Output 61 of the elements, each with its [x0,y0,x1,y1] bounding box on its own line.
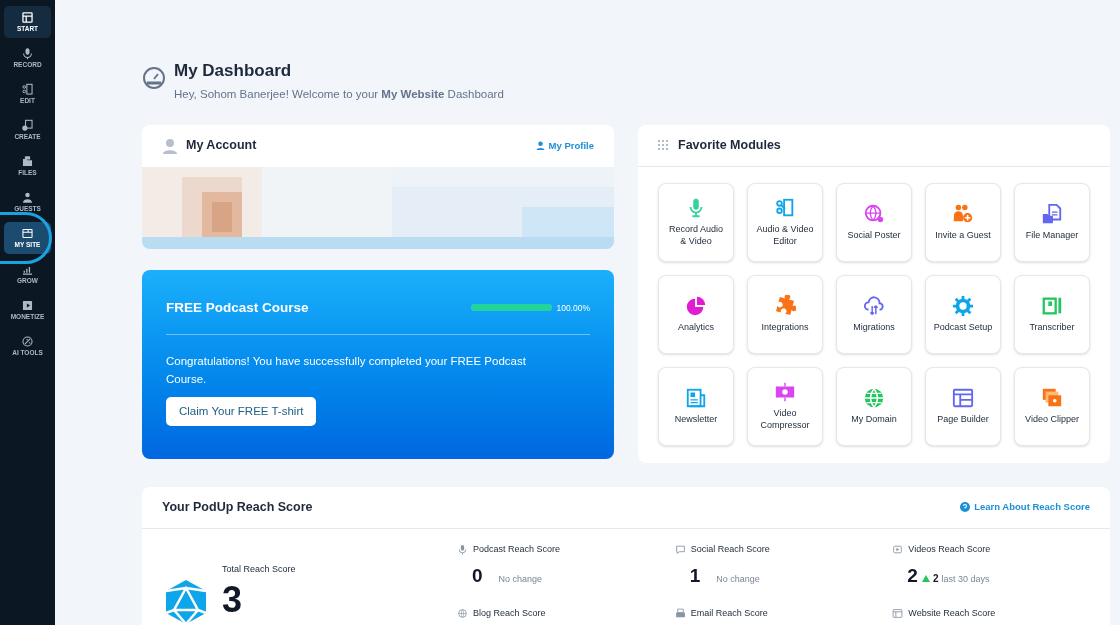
congratulations-text: Congratulations! You have successfully completed your FREE Podcast Course. [166,354,527,387]
score-value: 0 [472,564,483,589]
create-icon [21,119,34,132]
learn-link[interactable]: Learn About Reach Score [960,500,1090,515]
user-icon [162,137,178,154]
microphone-icon [457,544,468,555]
module-tile[interactable]: Analytics [658,274,734,354]
module-tile[interactable]: Migrations [836,274,912,354]
globe-icon [457,608,468,619]
user-icon [535,141,545,151]
score-delta: 2 [932,572,939,587]
printer-icon [674,608,686,619]
card-title: Favorite Modules [678,136,781,154]
score-label: Blog Reach Score [473,606,546,620]
change-text: No change [498,573,543,587]
module-tile[interactable]: My Domain [836,366,912,446]
monetize-icon [21,299,34,312]
score-value: 2 [907,564,918,589]
progress-reading: 100.00% [556,301,590,315]
score-label: Podcast Reach Score [473,542,561,556]
score-value: 1 [689,564,701,589]
speedometer-icon [142,66,166,90]
card-title: Your PodUp Reach Score [162,498,313,516]
score-label: Videos Reach Score [908,542,991,556]
module-tile[interactable]: Video Compressor [747,366,823,446]
module-tile[interactable]: Video Clipper [1014,366,1090,446]
help-icon [960,502,971,513]
change-text: last 30 days [941,573,990,587]
module-tile[interactable]: File Manager [1014,182,1090,262]
module-tile[interactable]: Newsletter [658,366,734,446]
record-icon [21,47,34,60]
change-text: No change [716,573,760,587]
total-score: 3 [222,580,244,621]
grid-icon [658,140,668,151]
page-title: My Dashboard [174,60,293,82]
chat-icon [674,544,686,555]
module-tile[interactable]: Page Builder [925,366,1001,446]
score-label: Social Reach Score [690,542,770,556]
start-icon [21,11,34,24]
course-title: FREE Podcast Course [166,298,309,317]
score-label: Email Reach Score [690,606,768,620]
claim-button[interactable]: Claim Your FREE T-shirt [166,397,317,426]
video-icon [892,544,904,555]
module-tile[interactable]: Invite a Guest [925,182,1001,262]
module-tile[interactable]: Integrations [747,274,823,354]
site-icon [21,227,34,240]
module-tile[interactable]: Transcriber [1014,274,1090,354]
browser-icon [892,608,904,619]
module-tile[interactable]: Audio & Video Editor [747,182,823,262]
module-tile[interactable]: Record Audio & Video [658,182,734,262]
welcome-text: Hey, Sohom Banerjee! Welcome to your My Website Dashboard [174,86,504,102]
module-tile[interactable]: Social Poster [836,182,912,262]
total-label: Total Reach Score [222,562,296,576]
score-label: Website Reach Score [908,606,996,620]
module-tile[interactable]: Podcast Setup [925,274,1001,354]
files-icon [21,155,34,168]
guests-icon [21,191,34,204]
profile-link[interactable]: My Profile [535,138,594,153]
ai-icon [21,335,34,348]
card-title: My Account [186,137,257,155]
edit-icon [21,83,34,96]
